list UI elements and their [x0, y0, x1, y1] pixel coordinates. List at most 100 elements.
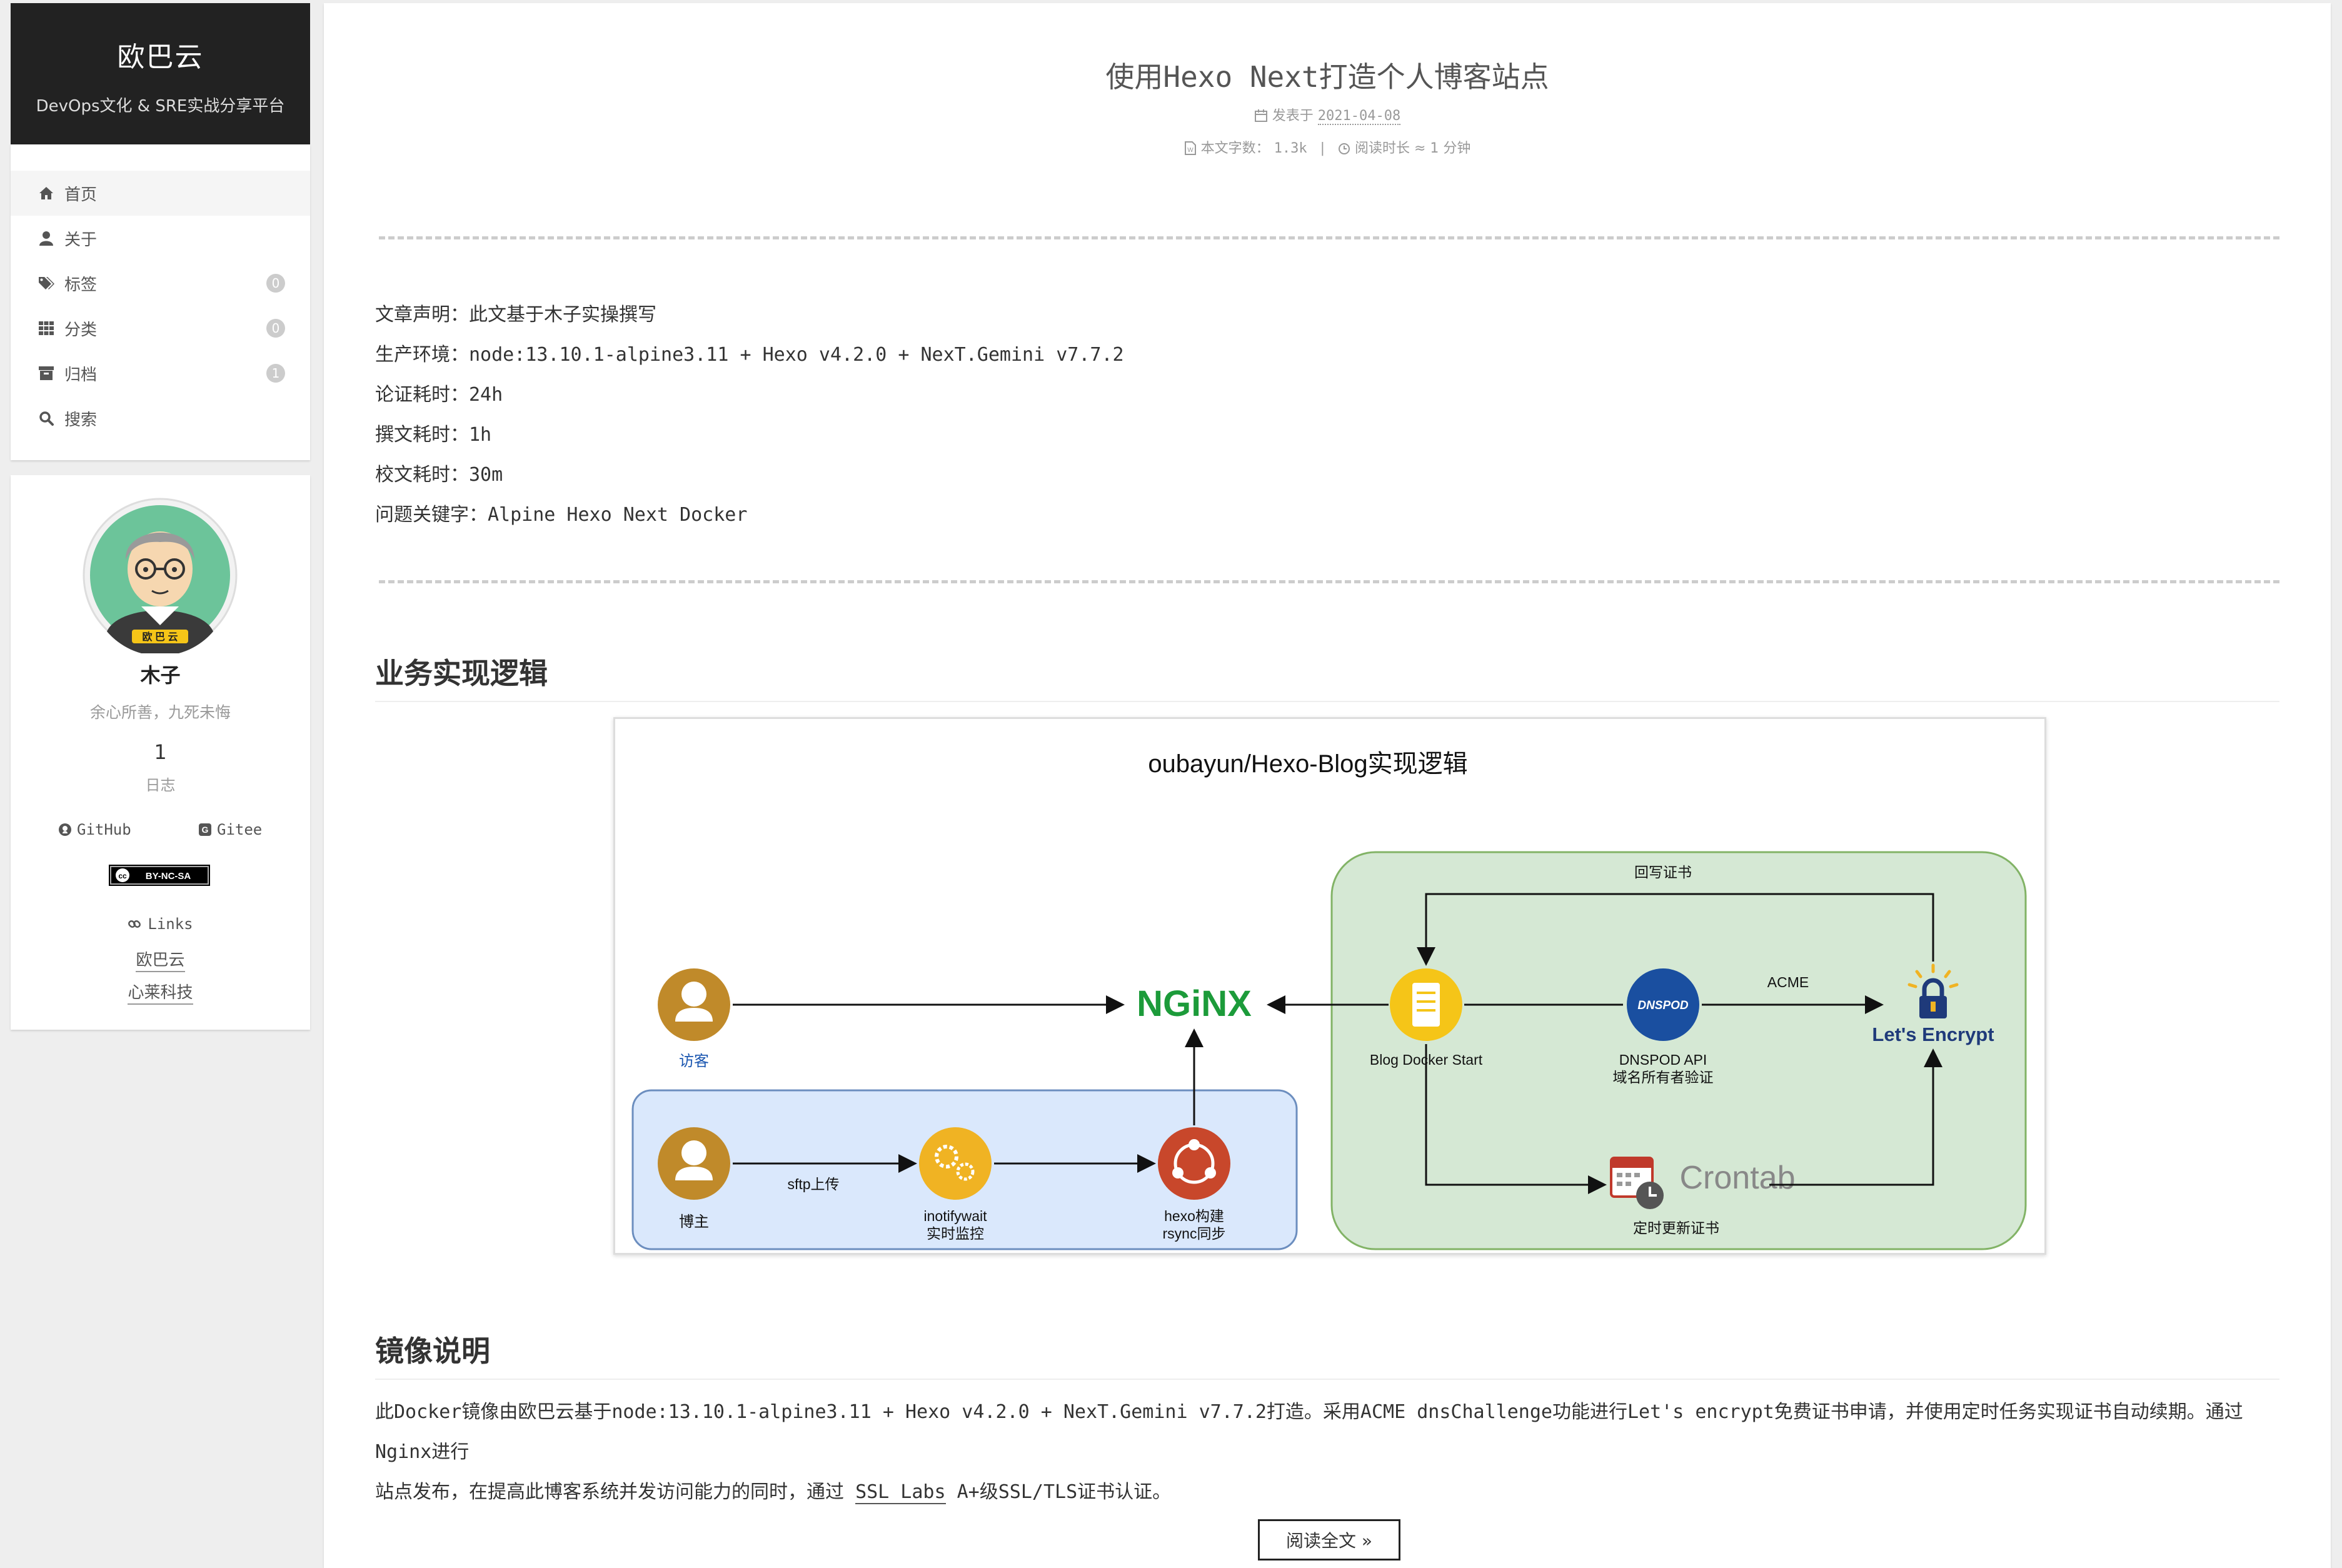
blogger-label: 博主: [679, 1214, 709, 1230]
architecture-diagram: oubayun/Hexo-Blog实现逻辑 访客 博主 inotifywait …: [613, 717, 2046, 1255]
sidebar-item-label: 标签: [64, 275, 98, 294]
dnspod-label: DNSPOD API: [1619, 1052, 1707, 1068]
sidebar-item-label: 关于: [64, 230, 98, 249]
inotifywait-sublabel: 实时监控: [927, 1225, 984, 1242]
writeback-label: 回写证书: [1634, 864, 1692, 880]
post-container: 使用Hexo Next打造个人博客站点 发表于 2021-04-08 W 本文字…: [324, 3, 2331, 1568]
sidebar-item-archives[interactable]: 归档 1: [11, 351, 310, 396]
post-meta-stats: W 本文字数： 1.3k | 阅读时长 ≈ 1 分钟: [324, 137, 2331, 157]
section-heading-logic: 业务实现逻辑: [375, 651, 2279, 702]
declaration-line: 论证耗时：24h: [375, 384, 503, 406]
sidebar-item-search[interactable]: 搜索: [11, 396, 310, 441]
sidebar-item-label: 首页: [64, 185, 98, 204]
hexo-sublabel: rsync同步: [1163, 1225, 1226, 1242]
declaration-line: 问题关键字：Alpine Hexo Next Docker: [375, 504, 748, 526]
site-title[interactable]: 欧巴云: [11, 34, 310, 74]
nginx-logo: NGiNX: [1137, 983, 1252, 1024]
tags-count-badge: 0: [266, 274, 285, 293]
hexo-rsync-node: [1158, 1127, 1230, 1200]
friend-link-xinlai[interactable]: 心莱科技: [11, 980, 310, 1005]
sidebar-item-label: 分类: [64, 320, 98, 339]
github-label: GitHub: [77, 821, 131, 838]
sidebar-menu: 首页 关于 标签 0 分类 0 归档 1 搜索: [11, 144, 310, 460]
blog-docker-node: [1390, 968, 1462, 1041]
acme-label: ACME: [1767, 974, 1809, 990]
crontab-logo: Crontab: [1680, 1160, 1796, 1196]
file-word-icon: W: [1184, 141, 1196, 155]
sidebar-item-categories[interactable]: 分类 0: [11, 306, 310, 351]
inotifywait-node: [919, 1127, 992, 1200]
svg-text:cc: cc: [118, 872, 127, 880]
sidebar-item-label: 归档: [64, 365, 98, 384]
author-profile: 欧 巴 云 木子 余心所善，九死未悔 1 日志 GitHub G Gitee c…: [11, 475, 310, 1030]
wordcount-value: 1.3k: [1274, 141, 1307, 156]
diagram-title: oubayun/Hexo-Blog实现逻辑: [1148, 750, 1467, 778]
sidebar-item-label: 搜索: [64, 410, 98, 430]
server-zone: [1330, 851, 2027, 1250]
author-name: 木子: [140, 663, 181, 687]
declaration-line: 生产环境：node:13.10.1-alpine3.11 + Hexo v4.2…: [375, 344, 1124, 366]
site-subtitle: DevOps文化 & SRE实战分享平台: [36, 97, 285, 116]
archives-count-badge: 1: [266, 364, 285, 383]
post-meta-date: 发表于 2021-04-08: [324, 104, 2331, 125]
github-link[interactable]: GitHub: [58, 821, 131, 838]
svg-text:W: W: [1187, 147, 1194, 154]
hexo-label: hexo构建: [1164, 1208, 1224, 1224]
creative-commons-badge[interactable]: cc BY-NC-SA: [109, 865, 210, 886]
home-icon: [37, 184, 56, 203]
dnspod-logo: DNSPOD: [1637, 999, 1689, 1012]
posted-label: 发表于: [1272, 108, 1314, 124]
blogger-node: [658, 1127, 730, 1200]
site-brand: 欧巴云 DevOps文化 & SRE实战分享平台: [11, 3, 310, 144]
link-icon: [128, 920, 141, 928]
categories-count-badge: 0: [266, 319, 285, 338]
letsencrypt-label: Let's Encrypt: [1872, 1023, 1994, 1045]
github-icon: [59, 823, 71, 836]
section-heading-image: 镜像说明: [375, 1329, 2279, 1380]
gitee-label: Gitee: [217, 821, 263, 838]
divider: [379, 580, 2279, 583]
avatar: 欧 巴 云: [83, 498, 238, 653]
sidebar-item-about[interactable]: 关于: [11, 216, 310, 261]
user-icon: [37, 229, 56, 248]
sidebar-item-tags[interactable]: 标签 0: [11, 261, 310, 306]
author-motto: 余心所善，九死未悔: [89, 703, 231, 721]
post-title[interactable]: 使用Hexo Next打造个人博客站点: [324, 54, 2331, 96]
sftp-label: sftp上传: [787, 1176, 839, 1192]
archive-icon: [37, 364, 56, 383]
ssl-labs-link[interactable]: SSL Labs: [855, 1481, 946, 1504]
read-more-button[interactable]: 阅读全文 »: [1258, 1519, 1400, 1560]
readtime-label: 阅读时长 ≈: [1354, 141, 1426, 156]
friend-link-oubayun[interactable]: 欧巴云: [11, 947, 310, 972]
license-label: BY-NC-SA: [146, 871, 191, 882]
post-paragraph: 此Docker镜像由欧巴云基于node:13.10.1-alpine3.11 +…: [375, 1401, 2243, 1504]
dnspod-sublabel: 域名所有者验证: [1613, 1069, 1714, 1085]
post-date: 2021-04-08: [1317, 108, 1401, 125]
divider: [379, 236, 2279, 239]
tags-icon: [37, 274, 56, 293]
dnspod-node: DNSPOD: [1627, 968, 1699, 1041]
posts-count-label[interactable]: 日志: [11, 773, 310, 795]
inotifywait-label: inotifywait: [924, 1208, 988, 1224]
sidebar-item-home[interactable]: 首页: [11, 171, 310, 216]
svg-text:G: G: [202, 825, 209, 835]
posts-count[interactable]: 1: [11, 740, 310, 764]
visitor-node: [658, 968, 730, 1041]
readtime-value: 1 分钟: [1430, 141, 1471, 156]
clock-icon: [1338, 143, 1350, 154]
th-icon: [37, 319, 56, 338]
declaration-line: 校文耗时：30m: [375, 464, 503, 486]
calendar-icon: [1254, 109, 1267, 122]
gitee-link[interactable]: G Gitee: [198, 821, 262, 838]
links-title-label: Links: [148, 915, 193, 933]
gitee-icon: G: [199, 823, 211, 836]
links-title: Links: [11, 915, 310, 933]
declaration-line: 文章声明：此文基于木子实操撰写: [375, 304, 656, 326]
crontab-label: 定时更新证书: [1633, 1220, 1719, 1236]
visitor-label: 访客: [679, 1053, 709, 1070]
declaration-line: 撰文耗时：1h: [375, 424, 492, 446]
wordcount-label: 本文字数：: [1200, 141, 1270, 156]
avatar-caption: 欧 巴 云: [143, 631, 178, 643]
search-icon: [37, 409, 56, 428]
meta-separator: |: [1320, 141, 1325, 156]
